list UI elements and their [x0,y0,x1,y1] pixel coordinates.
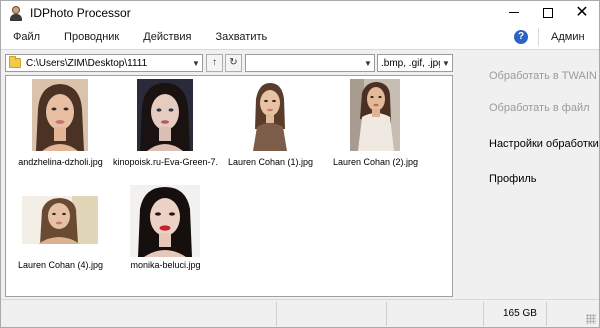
maximize-icon [543,7,553,18]
status-bar: 165 GB [1,299,599,327]
photo-thumbnail [137,79,193,151]
folder-icon [9,56,21,68]
maximize-button[interactable] [531,1,565,24]
photo-thumbnail [249,79,291,151]
file-name: monika-beluci.jpg [130,260,201,270]
process-twain-button[interactable]: Обработать в TWAIN [489,70,597,82]
menu-explorer[interactable]: Проводник [52,24,131,50]
extension-filter-value: .bmp, .gif, .jpg [381,57,440,69]
file-name: Lauren Cohan (2).jpg [332,157,419,167]
resize-grip-icon[interactable] [586,314,596,324]
file-name: Lauren Cohan (4).jpg [17,260,104,270]
app-icon [8,5,24,21]
close-button[interactable]: ✕ [565,1,599,24]
arrow-up-icon: ↑ [212,57,217,68]
up-folder-button[interactable]: ↑ [206,54,223,72]
file-thumbnail-item[interactable]: kinopoisk.ru-Eva-Green-7... [113,79,218,171]
window-title: IDPhoto Processor [30,5,131,20]
menu-file[interactable]: Файл [1,24,52,50]
file-thumbnail-panel: andzhelina-dzholi.jpg kinopoisk.ru-Eva-G… [5,75,453,297]
minimize-button[interactable] [497,1,531,24]
actions-panel: Обработать в TWAIN Обработать в файл Нас… [457,53,599,298]
file-name: andzhelina-dzholi.jpg [18,157,103,167]
file-thumbnail-item[interactable]: Lauren Cohan (2).jpg [323,79,428,171]
file-thumbnail-item[interactable]: andzhelina-dzholi.jpg [8,79,113,171]
disk-free-space: 165 GB [503,308,537,319]
file-name: kinopoisk.ru-Eva-Green-7... [113,157,218,167]
status-separator [546,302,547,326]
profile-button[interactable]: Профиль [489,173,537,185]
processing-settings-button[interactable]: Настройки обработки [489,138,599,150]
file-thumbnail-item[interactable]: Lauren Cohan (4).jpg [8,182,113,274]
minimize-icon [509,12,519,13]
photo-thumbnail [22,196,98,244]
menu-separator [538,28,539,46]
extension-filter-combobox[interactable]: .bmp, .gif, .jpg ▼ [377,54,453,72]
status-separator [386,302,387,326]
refresh-icon: ↻ [229,57,238,68]
app-window: IDPhoto Processor ✕ Файл Проводник Дейст… [0,0,600,328]
file-name: Lauren Cohan (1).jpg [227,157,314,167]
close-icon: ✕ [575,4,589,21]
process-to-file-button[interactable]: Обработать в файл [489,102,590,114]
file-thumbnail-item[interactable]: Lauren Cohan (1).jpg [218,79,323,171]
file-thumbnail-item[interactable]: monika-beluci.jpg [113,182,218,274]
chevron-down-icon[interactable]: ▼ [362,59,374,68]
path-combobox[interactable]: C:\Users\ZIM\Desktop\1111 ▼ [5,54,203,72]
chevron-down-icon[interactable]: ▼ [440,59,452,68]
help-icon[interactable]: ? [514,30,528,44]
status-separator [483,302,484,326]
title-bar: IDPhoto Processor ✕ [1,1,599,24]
photo-thumbnail [130,185,200,257]
photo-thumbnail [350,79,400,151]
window-controls: ✕ [497,1,599,24]
chevron-down-icon[interactable]: ▼ [190,59,202,68]
status-separator [276,302,277,326]
path-value: C:\Users\ZIM\Desktop\1111 [26,57,148,69]
refresh-button[interactable]: ↻ [225,54,242,72]
menu-actions[interactable]: Действия [131,24,203,50]
filter-combobox[interactable]: ▼ [245,54,375,72]
menu-bar: Файл Проводник Действия Захватить ? Адми… [1,24,599,50]
menu-capture[interactable]: Захватить [203,24,279,50]
admin-menu[interactable]: Админ [551,24,585,50]
photo-thumbnail [32,79,88,151]
